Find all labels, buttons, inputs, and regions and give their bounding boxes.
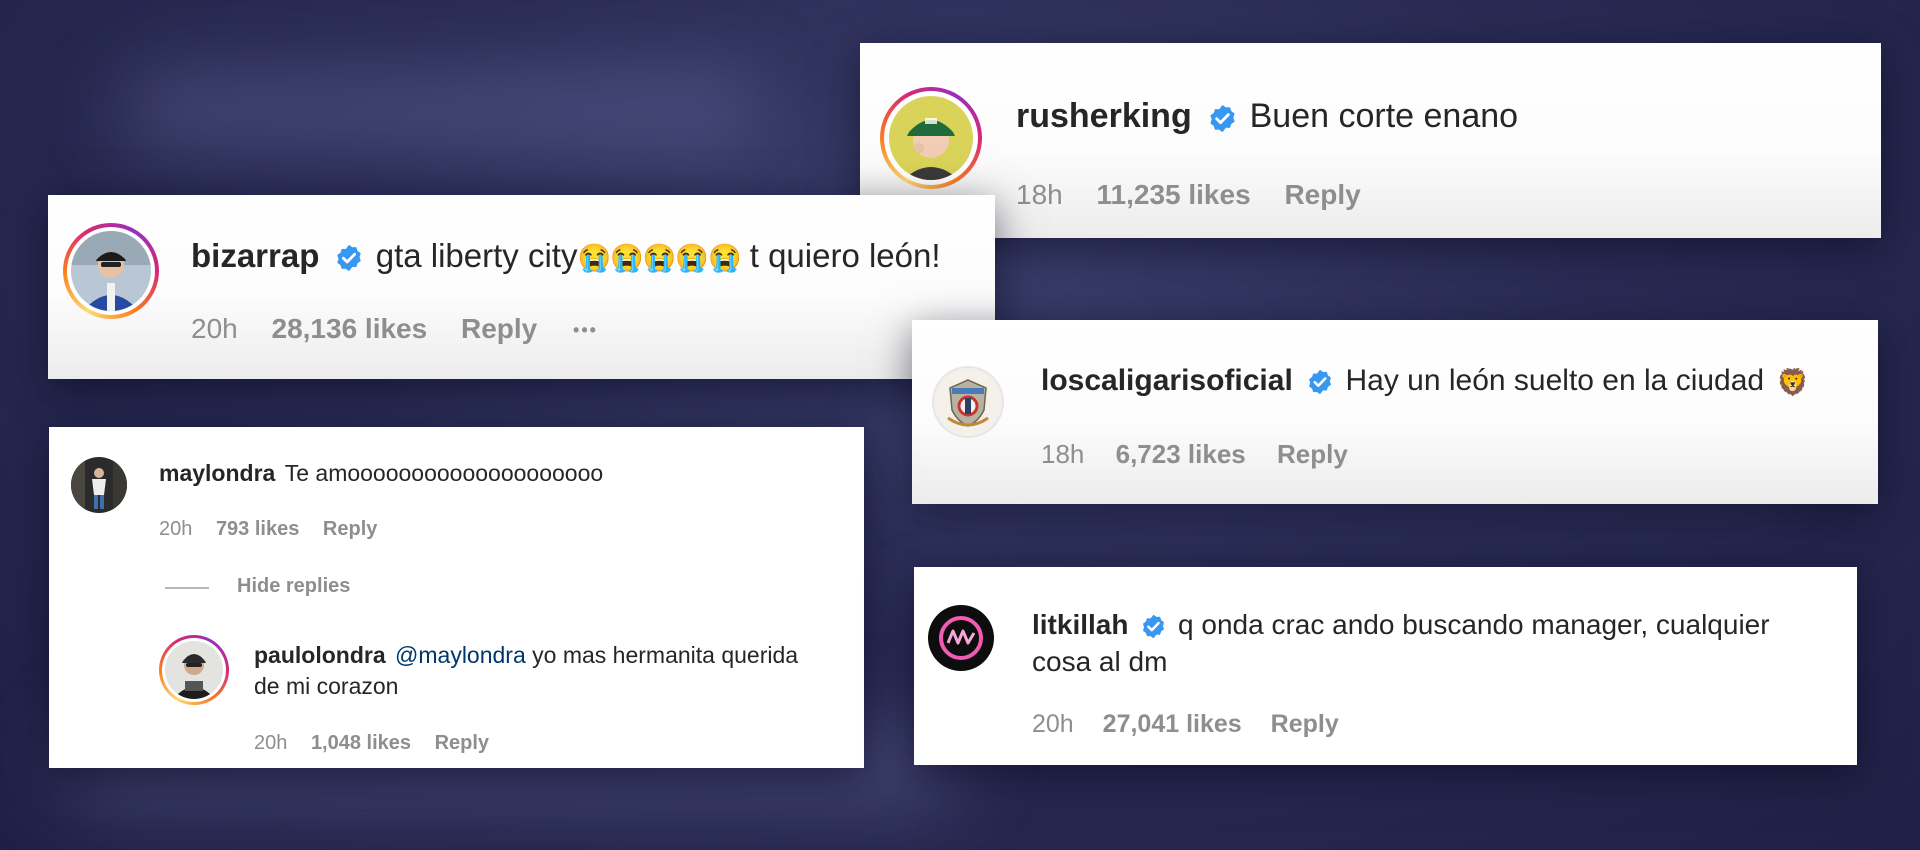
avatar-image xyxy=(165,641,223,699)
avatar xyxy=(165,641,223,699)
hide-replies-divider xyxy=(165,587,209,589)
username[interactable]: maylondra xyxy=(159,460,275,486)
avatar-image xyxy=(71,457,127,513)
username[interactable]: paulolondra xyxy=(254,642,386,668)
comment-text: q onda crac ando buscando manager, cualq… xyxy=(1178,609,1770,640)
verified-badge-icon xyxy=(1207,103,1238,134)
avatar-ring[interactable] xyxy=(932,366,1004,438)
likes-count[interactable]: 6,723 likes xyxy=(1116,439,1246,470)
likes-count[interactable]: 28,136 likes xyxy=(272,313,428,345)
username[interactable]: bizarrap xyxy=(191,237,319,274)
avatar xyxy=(71,457,127,513)
username[interactable]: litkillah xyxy=(1032,609,1128,640)
reply-button[interactable]: Reply xyxy=(1271,710,1339,739)
username[interactable]: loscaligarisoficial xyxy=(1041,364,1293,397)
comment-card-maylondra: maylondra Te amoooooooooooooooooooo 20h … xyxy=(49,427,864,768)
comment-meta: 18h 6,723 likes Reply xyxy=(1041,439,1348,470)
hide-replies-button[interactable]: Hide replies xyxy=(237,575,350,598)
comment-text-after: t quiero león! xyxy=(740,237,941,274)
comment-time[interactable]: 18h xyxy=(1041,439,1084,470)
avatar xyxy=(928,605,994,671)
likes-count[interactable]: 27,041 likes xyxy=(1103,710,1242,739)
avatar-ring[interactable] xyxy=(928,605,994,671)
reply-button[interactable]: Reply xyxy=(1277,439,1348,470)
comment-time[interactable]: 20h xyxy=(1032,710,1074,739)
comment-line-2: cosa al dm xyxy=(1032,646,1168,677)
comment-meta: 20h 28,136 likes Reply ••• xyxy=(191,313,598,345)
comment-line: rusherking Buen corte enano xyxy=(1016,97,1518,136)
avatar-ring[interactable] xyxy=(880,87,982,189)
comment-card-rusherking: rusherking Buen corte enano 18h 11,235 l… xyxy=(860,43,1881,238)
comment-text: gta liberty city xyxy=(375,237,578,274)
comment-text: yo mas hermanita querida xyxy=(525,642,799,668)
reply-button[interactable]: Reply xyxy=(1284,179,1360,211)
verified-badge-icon xyxy=(1140,613,1167,640)
reply-comment-line-2: de mi corazon xyxy=(254,673,399,699)
comment-text: Buen corte enano xyxy=(1249,97,1519,135)
verified-badge-icon xyxy=(334,243,364,273)
likes-count[interactable]: 11,235 likes xyxy=(1097,179,1251,211)
background-glow xyxy=(120,70,760,150)
likes-count[interactable]: 1,048 likes xyxy=(311,732,411,755)
comment-text: Te amoooooooooooooooooooo xyxy=(284,460,604,486)
comment-card-litkillah: litkillah q onda crac ando buscando mana… xyxy=(914,567,1857,765)
comment-line: maylondra Te amoooooooooooooooooooo xyxy=(159,460,603,487)
avatar-ring[interactable] xyxy=(63,223,159,319)
reply-button[interactable]: Reply xyxy=(435,732,489,755)
avatar-image xyxy=(71,231,151,311)
comment-line: bizarrap gta liberty city😭😭😭😭😭 t quiero … xyxy=(191,237,941,275)
avatar xyxy=(71,231,151,311)
username[interactable]: rusherking xyxy=(1016,97,1192,135)
avatar xyxy=(889,96,973,180)
comment-time[interactable]: 20h xyxy=(254,732,287,755)
comment-meta: 18h 11,235 likes Reply xyxy=(1016,179,1361,211)
avatar xyxy=(934,368,1002,436)
comment-meta: 20h 27,041 likes Reply xyxy=(1032,710,1339,739)
lion-emoji-icon: 🦁 xyxy=(1776,366,1809,397)
comment-time[interactable]: 20h xyxy=(191,313,238,345)
avatar-image xyxy=(928,605,994,671)
avatar-ring[interactable] xyxy=(159,635,229,705)
reply-button[interactable]: Reply xyxy=(461,313,537,345)
comment-meta: 20h 793 likes Reply xyxy=(159,518,377,541)
comment-line: litkillah q onda crac ando buscando mana… xyxy=(1032,609,1770,641)
reply-comment-line: paulolondra @maylondra yo mas hermanita … xyxy=(254,642,798,669)
comment-meta: 20h 1,048 likes Reply xyxy=(254,732,489,755)
avatar-image xyxy=(889,96,973,180)
comment-card-bizarrap: bizarrap gta liberty city😭😭😭😭😭 t quiero … xyxy=(48,195,995,379)
comment-time[interactable]: 20h xyxy=(159,518,192,541)
crying-emoji-icon: 😭😭😭😭😭 xyxy=(577,243,741,274)
avatar-ring[interactable] xyxy=(71,457,127,513)
comment-time[interactable]: 18h xyxy=(1016,179,1063,211)
comment-card-loscaligarisoficial: loscaligarisoficial Hay un león suelto e… xyxy=(912,320,1878,504)
verified-badge-icon xyxy=(1306,368,1334,396)
avatar-image xyxy=(934,368,1002,436)
mention-link[interactable]: @maylondra xyxy=(395,642,526,668)
reply-button[interactable]: Reply xyxy=(323,518,377,541)
comment-text: Hay un león suelto en la ciudad xyxy=(1345,364,1765,397)
likes-count[interactable]: 793 likes xyxy=(216,518,299,541)
more-options-icon[interactable]: ••• xyxy=(573,320,598,341)
comment-line: loscaligarisoficial Hay un león suelto e… xyxy=(1041,364,1809,398)
